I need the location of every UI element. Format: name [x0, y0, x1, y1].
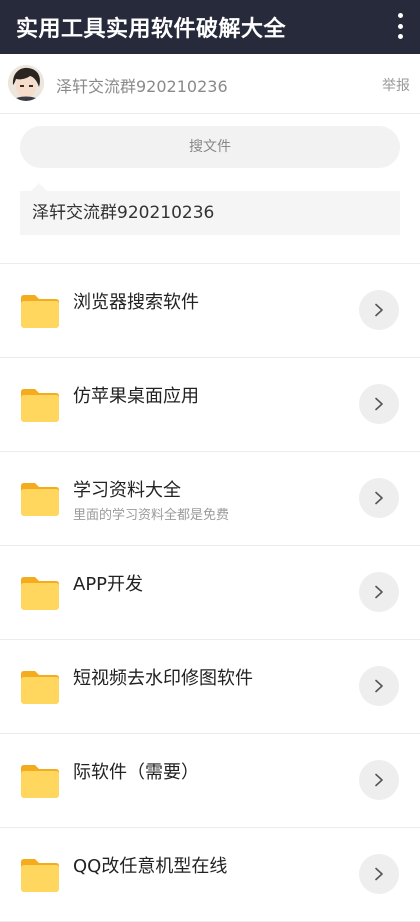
folder-item[interactable]: 浏览器搜索软件: [0, 264, 420, 358]
folder-title: 浏览器搜索软件: [73, 292, 199, 313]
chevron-right-icon[interactable]: [359, 854, 399, 894]
folder-title: APP开发: [73, 574, 144, 595]
folder-icon: [21, 389, 59, 422]
chevron-right-icon[interactable]: [359, 666, 399, 706]
folder-icon: [21, 295, 59, 328]
chevron-right-icon[interactable]: [359, 572, 399, 612]
report-link[interactable]: 举报: [382, 75, 410, 95]
chevron-right-icon[interactable]: [359, 760, 399, 800]
app-title: 实用工具实用软件破解大全: [16, 17, 287, 42]
folder-front: [21, 583, 59, 610]
folder-icon: [21, 859, 59, 892]
search-input[interactable]: [20, 126, 400, 168]
owner-bar: 泽轩交流群920210236 举报: [0, 54, 420, 114]
folder-front: [21, 677, 59, 704]
folder-item[interactable]: QQ改任意机型在线: [0, 828, 420, 922]
folder-front: [21, 865, 59, 892]
folder-item[interactable]: 际软件（需要）: [0, 734, 420, 828]
notice-pointer: [31, 183, 47, 191]
folder-title: 仿苹果桌面应用: [73, 386, 199, 407]
folder-icon: [21, 483, 59, 516]
folder-front: [21, 771, 59, 798]
folder-subtitle: 里面的学习资料全都是免费: [73, 508, 230, 523]
folder-item[interactable]: APP开发: [0, 546, 420, 640]
owner-avatar[interactable]: [8, 65, 44, 101]
more-menu-icon[interactable]: [392, 13, 408, 39]
owner-name[interactable]: 泽轩交流群920210236: [56, 73, 228, 97]
folder-item[interactable]: 短视频去水印修图软件: [0, 640, 420, 734]
folder-front: [21, 395, 59, 422]
chevron-right-icon[interactable]: [359, 384, 399, 424]
chevron-right-icon[interactable]: [359, 478, 399, 518]
folder-title: 短视频去水印修图软件: [73, 668, 253, 689]
folder-title: 学习资料大全: [73, 480, 181, 501]
app-title-bar: 实用工具实用软件破解大全: [0, 0, 420, 54]
folder-front: [21, 489, 59, 516]
folder-front: [21, 301, 59, 328]
folder-icon: [21, 765, 59, 798]
folder-item[interactable]: 仿苹果桌面应用: [0, 358, 420, 452]
folder-icon: [21, 671, 59, 704]
chevron-right-icon[interactable]: [359, 290, 399, 330]
notice-banner: 泽轩交流群920210236: [20, 191, 400, 235]
folder-item[interactable]: 学习资料大全里面的学习资料全都是免费: [0, 452, 420, 546]
folder-icon: [21, 577, 59, 610]
folder-list: 浏览器搜索软件 仿苹果桌面应用 学习资料大全里面的学习资料全都是免费 APP开发短视频…: [0, 263, 420, 922]
folder-title: QQ改任意机型在线: [73, 856, 228, 877]
folder-title: 际软件（需要）: [73, 762, 199, 783]
